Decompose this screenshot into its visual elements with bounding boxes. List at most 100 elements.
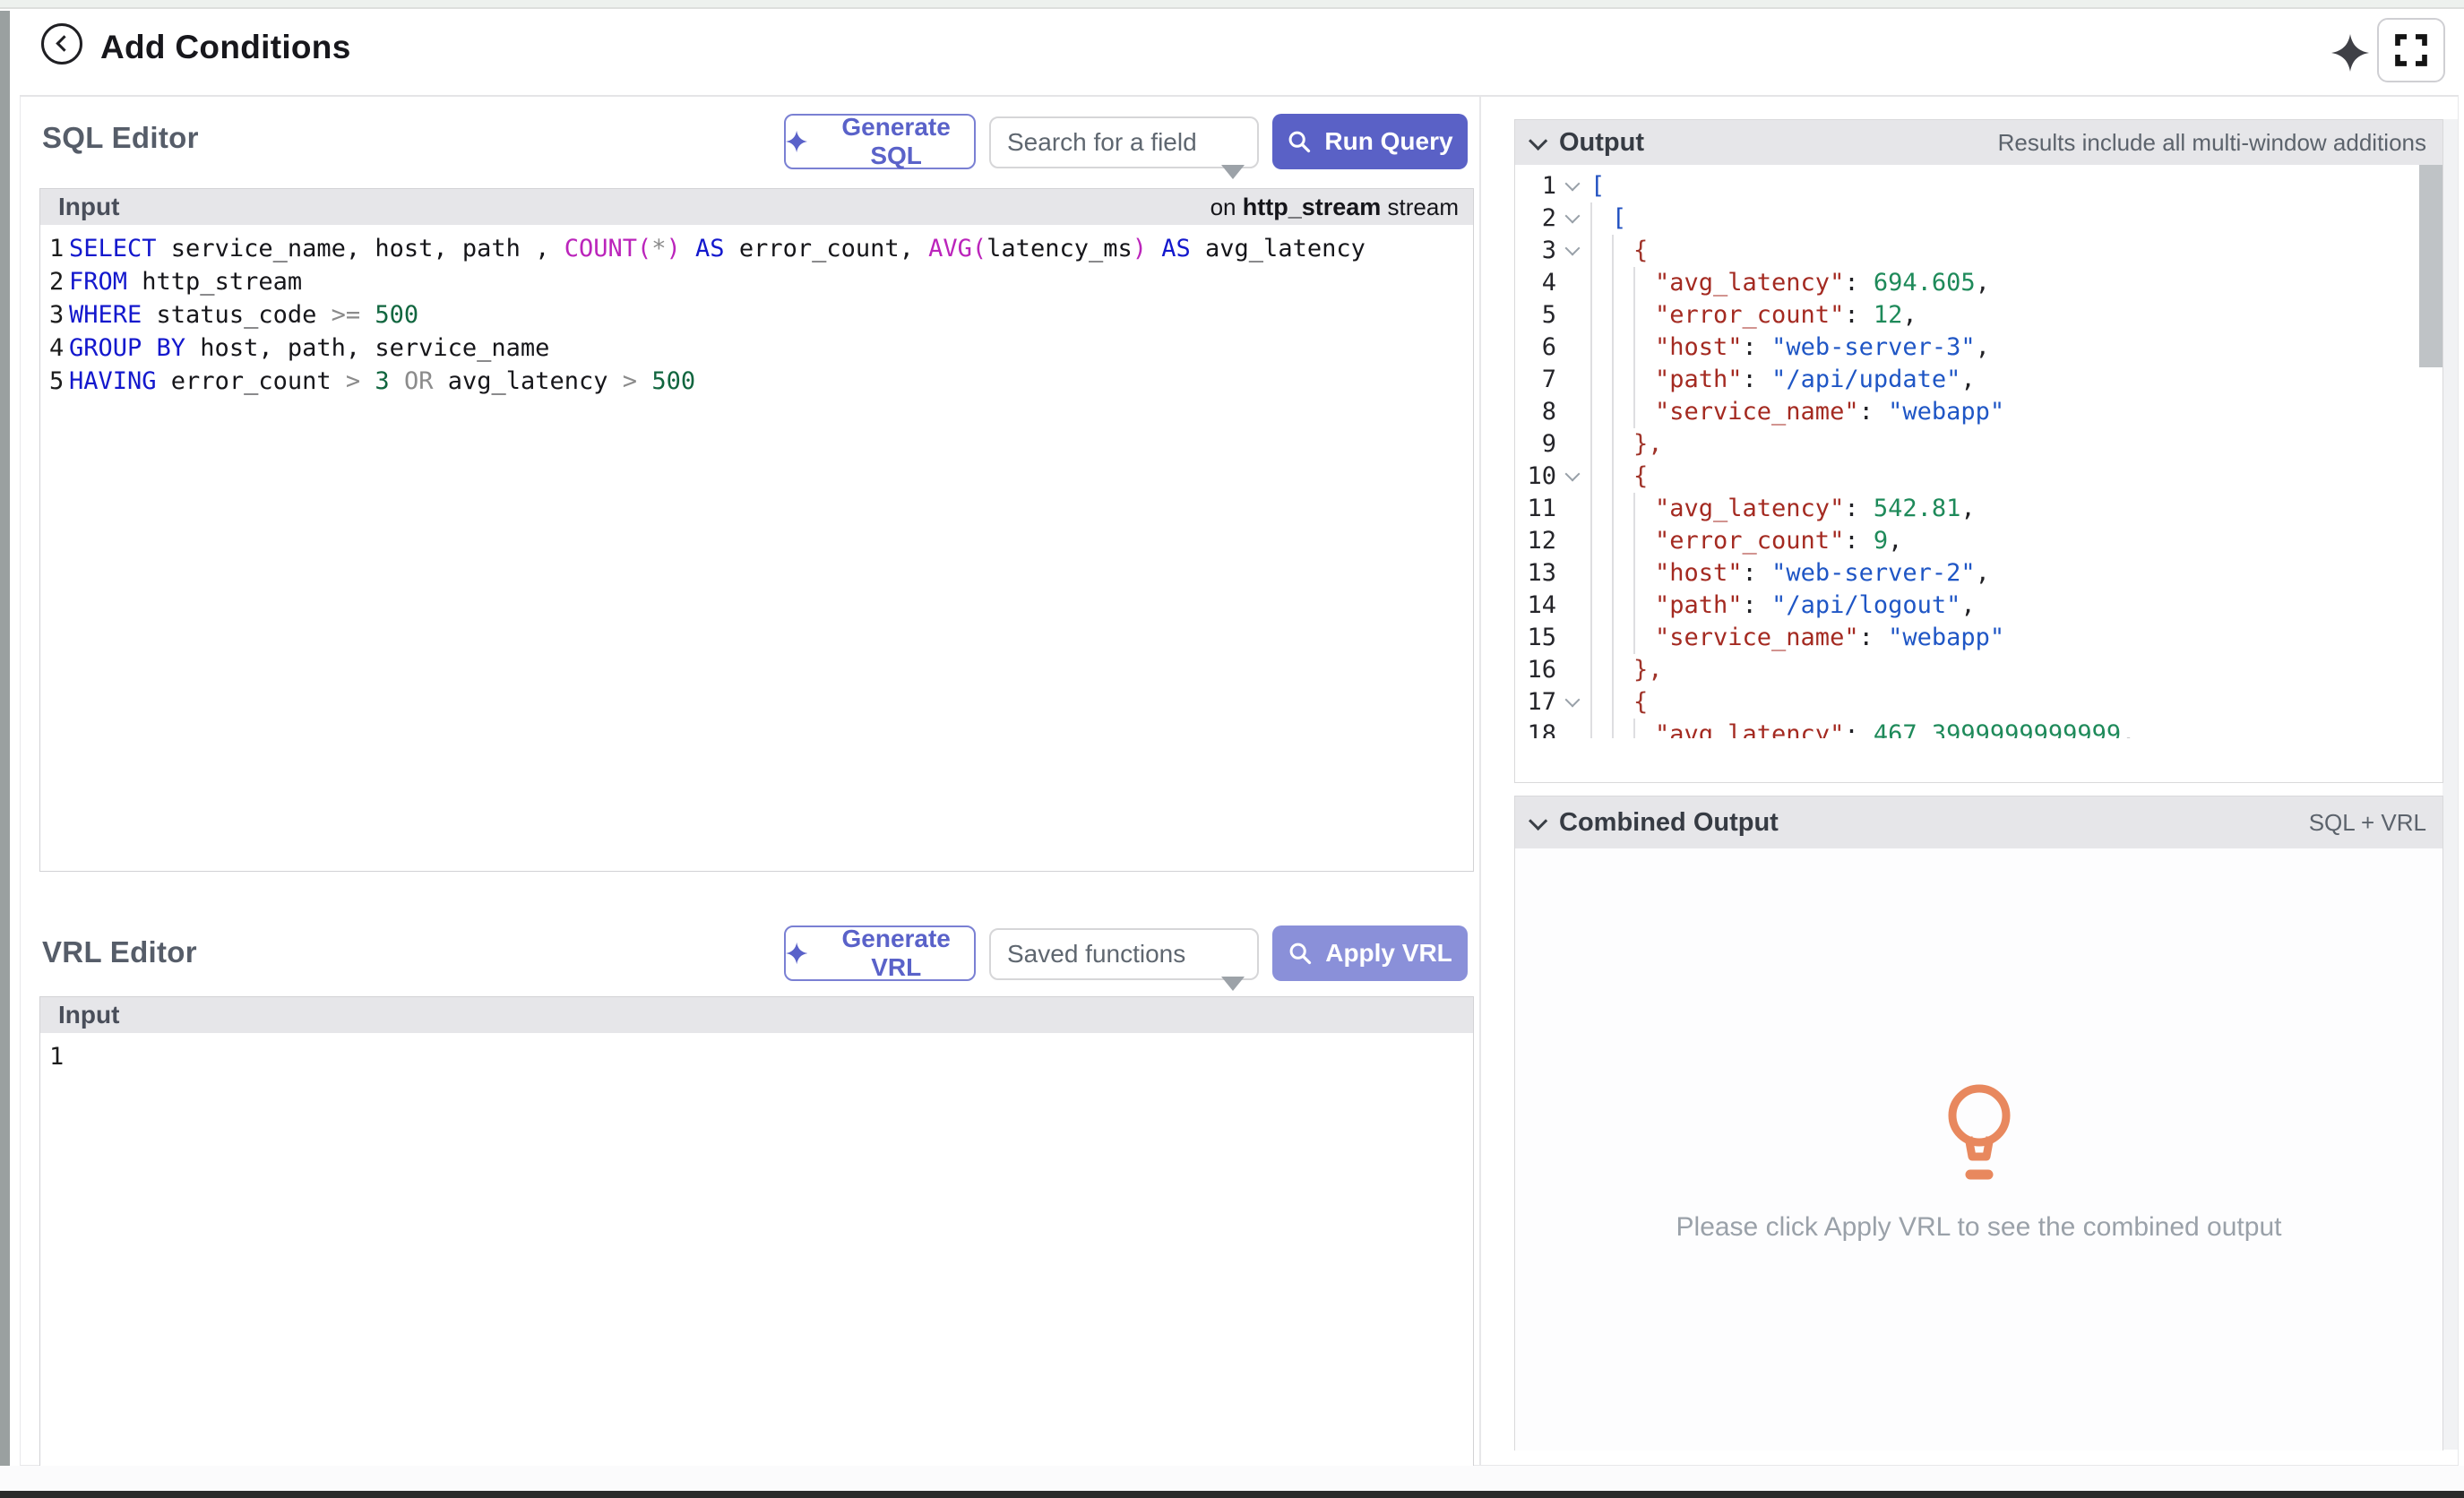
json-line: 16}, — [1515, 654, 2442, 686]
combined-output-body: Please click Apply VRL to see the combin… — [1515, 848, 2442, 1451]
fullscreen-button[interactable] — [2377, 18, 2445, 82]
empty-state-message: Please click Apply VRL to see the combin… — [1676, 1212, 2282, 1243]
collapse-chevron-icon[interactable] — [1556, 170, 1590, 202]
line-number: 4 — [1515, 267, 1556, 299]
back-button[interactable] — [41, 23, 82, 65]
sparkle-icon — [786, 942, 807, 965]
chevron-left-icon — [56, 35, 72, 51]
combined-output-title: Combined Output — [1559, 808, 1779, 838]
code-line: 1SELECT service_name, host, path , COUNT… — [49, 232, 1473, 265]
left-scrollbar[interactable] — [0, 11, 10, 1482]
line-number: 6 — [1515, 331, 1556, 364]
right-gutter — [2442, 119, 2458, 1450]
add-conditions-dialog: Add Conditions SQL Editor Generate SQL — [0, 0, 2464, 1498]
line-number: 13 — [1515, 557, 1556, 590]
line-number: 8 — [1515, 396, 1556, 428]
code-line: 1 — [49, 1040, 1473, 1073]
sql-input-bar: Input on http_stream stream — [40, 189, 1473, 225]
window-top-strip — [0, 0, 2464, 9]
collapse-chevron-icon[interactable] — [1556, 686, 1590, 719]
sparkle-icon — [786, 130, 807, 153]
input-label: Input — [58, 1001, 119, 1029]
sql-code-editor[interactable]: 1SELECT service_name, host, path , COUNT… — [40, 225, 1473, 871]
sql-editor-title: SQL Editor — [42, 121, 199, 155]
scrollbar-thumb[interactable] — [2419, 165, 2442, 367]
json-line: 13"host": "web-server-2", — [1515, 557, 2442, 590]
line-number: 9 — [1515, 428, 1556, 461]
line-number: 18 — [1515, 719, 1556, 738]
saved-functions-wrap — [989, 928, 1259, 980]
bottom-spacer — [0, 1466, 2464, 1491]
line-number: 2 — [1515, 202, 1556, 235]
field-search-wrap — [989, 116, 1259, 168]
bottom-bar — [0, 1491, 2464, 1498]
json-line: 5"error_count": 12, — [1515, 299, 2442, 331]
code-line: 3WHERE status_code >= 500 — [49, 298, 1473, 331]
column-divider — [1479, 97, 1481, 1466]
apply-vrl-button[interactable]: Apply VRL — [1272, 925, 1468, 981]
search-field-input[interactable] — [989, 116, 1259, 168]
vrl-controls: Generate VRL Apply VRL — [784, 925, 1469, 983]
search-icon — [1288, 941, 1313, 966]
dropdown-arrow-icon[interactable] — [1221, 165, 1245, 179]
page-title: Add Conditions — [100, 29, 351, 66]
output-panel: Output Results include all multi-window … — [1514, 119, 2443, 783]
collapse-chevron-icon[interactable] — [1556, 235, 1590, 267]
json-line: 10{ — [1515, 461, 2442, 493]
line-number: 5 — [1515, 299, 1556, 331]
sql-controls: Generate SQL Run Query — [784, 114, 1469, 171]
json-line: 8"service_name": "webapp" — [1515, 396, 2442, 428]
line-number: 12 — [1515, 525, 1556, 557]
json-line: 11"avg_latency": 542.81, — [1515, 493, 2442, 525]
output-json-viewer[interactable]: 1[2[3{4"avg_latency": 694.605,5"error_co… — [1515, 165, 2442, 738]
output-panel-header: Output Results include all multi-window … — [1515, 120, 2442, 165]
chevron-down-icon[interactable] — [1529, 811, 1547, 830]
sparkle-icon[interactable] — [2331, 34, 2369, 72]
line-number: 16 — [1515, 654, 1556, 686]
line-number: 3 — [1515, 235, 1556, 267]
line-number: 11 — [1515, 493, 1556, 525]
fullscreen-icon — [2393, 32, 2429, 68]
vrl-input-bar: Input — [40, 997, 1473, 1033]
json-line: 14"path": "/api/logout", — [1515, 590, 2442, 622]
json-line: 9}, — [1515, 428, 2442, 461]
vrl-editor-title: VRL Editor — [42, 935, 197, 969]
json-line: 2[ — [1515, 202, 2442, 235]
generate-sql-button[interactable]: Generate SQL — [784, 114, 976, 169]
json-line: 1[ — [1515, 170, 2442, 202]
search-icon — [1287, 129, 1312, 154]
json-line: 6"host": "web-server-3", — [1515, 331, 2442, 364]
dropdown-arrow-icon[interactable] — [1221, 977, 1245, 991]
line-number: 1 — [1515, 170, 1556, 202]
code-line: 5HAVING error_count > 3 OR avg_latency >… — [49, 365, 1473, 398]
generate-vrl-button[interactable]: Generate VRL — [784, 925, 976, 981]
lightbulb-icon — [1938, 1083, 2020, 1187]
saved-functions-input[interactable] — [989, 928, 1259, 980]
sql-editor-box: Input on http_stream stream 1SELECT serv… — [39, 188, 1474, 872]
json-line: 15"service_name": "webapp" — [1515, 622, 2442, 654]
collapse-chevron-icon[interactable] — [1556, 461, 1590, 493]
combined-panel-header: Combined Output SQL + VRL — [1515, 796, 2442, 848]
json-line: 7"path": "/api/update", — [1515, 364, 2442, 396]
line-number: 17 — [1515, 686, 1556, 719]
line-number: 15 — [1515, 622, 1556, 654]
vrl-editor-box: Input 1 — [39, 996, 1474, 1474]
collapse-chevron-icon[interactable] — [1556, 202, 1590, 235]
json-line: 12"error_count": 9, — [1515, 525, 2442, 557]
code-line: 4GROUP BY host, path, service_name — [49, 331, 1473, 365]
code-line: 2FROM http_stream — [49, 265, 1473, 298]
combined-output-panel: Combined Output SQL + VRL Please click A… — [1514, 796, 2443, 1451]
line-number: 14 — [1515, 590, 1556, 622]
line-number: 7 — [1515, 364, 1556, 396]
chevron-down-icon[interactable] — [1529, 131, 1547, 150]
combined-note: SQL + VRL — [2309, 809, 2426, 837]
vrl-code-editor[interactable]: 1 — [40, 1033, 1473, 1473]
output-note: Results include all multi-window additio… — [1998, 129, 2426, 157]
dialog-header: Add Conditions — [20, 11, 2459, 97]
json-line: 3{ — [1515, 235, 2442, 267]
json-line: 17{ — [1515, 686, 2442, 719]
line-number: 10 — [1515, 461, 1556, 493]
run-query-button[interactable]: Run Query — [1272, 114, 1468, 169]
output-title: Output — [1559, 128, 1644, 158]
stream-note: on http_stream stream — [1210, 194, 1459, 221]
